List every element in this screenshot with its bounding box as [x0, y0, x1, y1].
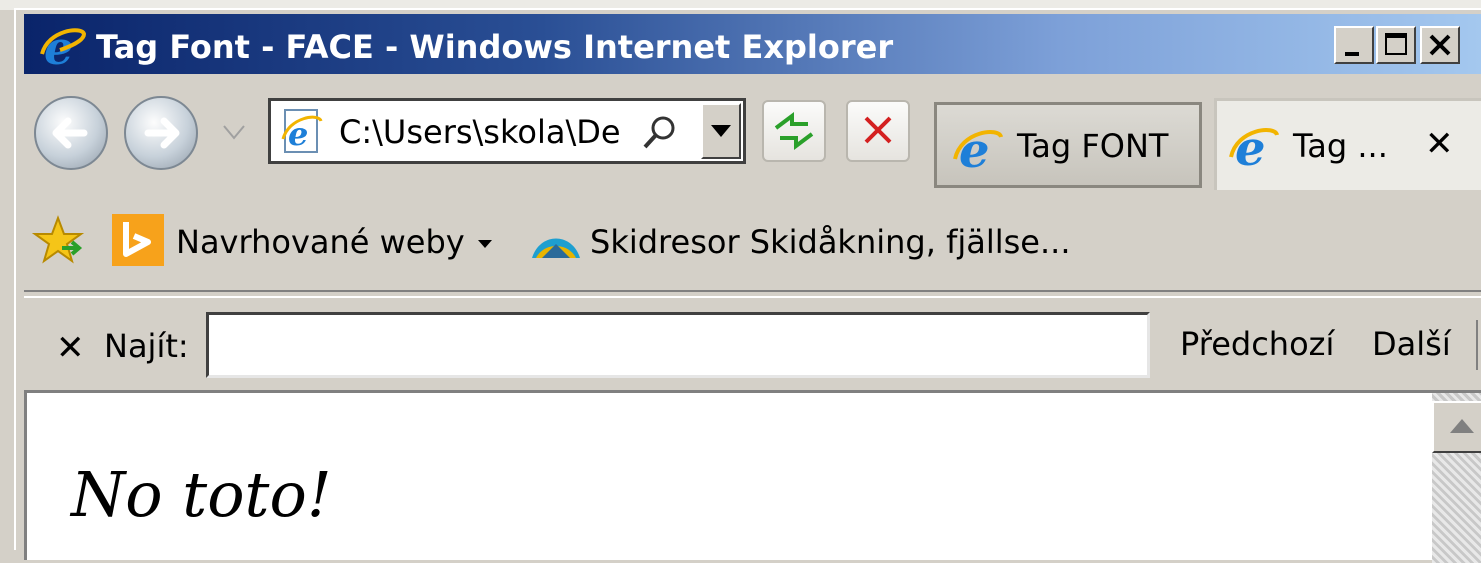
close-find-icon[interactable]: ✕: [56, 328, 85, 368]
scroll-up-button[interactable]: [1432, 401, 1481, 453]
maximize-icon: [1385, 33, 1407, 55]
history-dropdown-icon[interactable]: [222, 122, 246, 142]
refresh-icon: [774, 112, 814, 150]
navigation-bar: e C:\Users\skola\De: e Tag FONT e Tag ..…: [24, 82, 1481, 190]
address-bar[interactable]: e C:\Users\skola\De:: [268, 98, 746, 164]
stop-button[interactable]: [846, 100, 910, 162]
page-content: No toto!: [24, 390, 1481, 563]
stop-icon: [864, 116, 892, 144]
forward-button[interactable]: [124, 96, 198, 170]
close-icon: [1429, 34, 1451, 56]
chevron-down-icon: [711, 125, 731, 137]
favorite-suggested-sites[interactable]: Navrhované weby: [176, 222, 465, 262]
ie-tab-icon: e: [1229, 121, 1279, 175]
find-previous-button[interactable]: Předchozí: [1180, 324, 1334, 364]
address-input[interactable]: C:\Users\skola\De:: [339, 113, 624, 151]
favorite-skidresor[interactable]: Skidresor Skidåkning, fjällse...: [590, 222, 1070, 262]
page-heading: No toto!: [71, 458, 332, 531]
maximize-button[interactable]: [1376, 26, 1416, 64]
close-tab-icon[interactable]: ✕: [1425, 125, 1454, 163]
tab-tag-font[interactable]: e Tag FONT: [934, 102, 1202, 188]
back-button[interactable]: [34, 96, 108, 170]
find-bar: ✕ Najít: Předchozí Další: [24, 300, 1481, 386]
find-divider: [1476, 320, 1478, 370]
ie-tab-icon: e: [953, 123, 1003, 177]
find-input[interactable]: [206, 312, 1150, 378]
chevron-up-icon: [1450, 419, 1474, 433]
vertical-scrollbar[interactable]: [1432, 393, 1481, 563]
tab-tag-active[interactable]: e Tag ... ✕: [1214, 98, 1481, 190]
ie-logo-icon: e: [40, 24, 87, 70]
favorites-bar: Navrhované weby Skidresor Skidåkning, fj…: [24, 208, 1481, 274]
find-label: Najít:: [104, 327, 189, 365]
favorites-star-icon[interactable]: [32, 214, 88, 270]
search-icon[interactable]: [639, 113, 679, 153]
tab-label: Tag FONT: [1017, 127, 1169, 165]
back-arrow-icon: [52, 117, 88, 149]
window-title: Tag Font - FACE - Windows Internet Explo…: [96, 28, 894, 66]
ie-page-icon: e: [281, 109, 323, 153]
address-dropdown-button[interactable]: [701, 103, 741, 159]
minimize-button[interactable]: [1334, 26, 1374, 64]
close-window-button[interactable]: [1420, 26, 1460, 64]
site-favicon: [532, 238, 580, 258]
browser-window: e Tag Font - FACE - Windows Internet Exp…: [14, 8, 1481, 563]
bing-icon: [112, 214, 164, 266]
forward-arrow-icon: [144, 117, 180, 149]
find-next-button[interactable]: Další: [1372, 324, 1451, 364]
chevron-down-icon[interactable]: [476, 238, 494, 252]
refresh-button[interactable]: [762, 100, 826, 162]
title-bar[interactable]: e Tag Font - FACE - Windows Internet Exp…: [24, 14, 1481, 74]
minimize-icon: [1345, 52, 1359, 56]
tab-label: Tag ...: [1293, 127, 1388, 165]
toolbar-divider: [24, 290, 1481, 298]
